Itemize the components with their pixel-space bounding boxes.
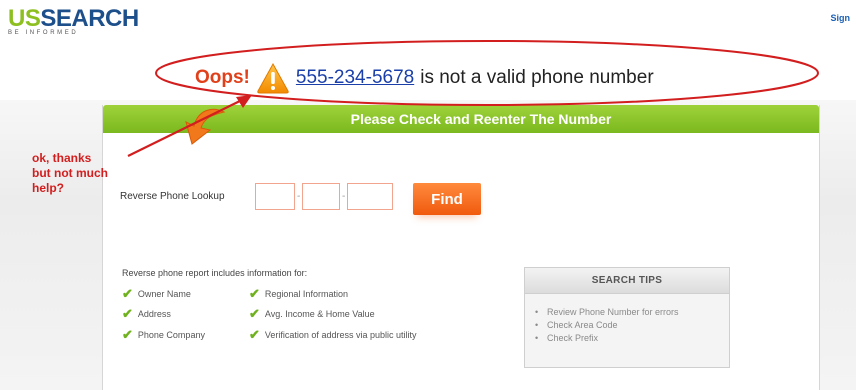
logo-search: SEARCH — [40, 5, 139, 32]
feature-label: Avg. Income & Home Value — [264, 309, 375, 319]
feature-item: ✔ Regional Information — [249, 286, 348, 301]
search-tips-box: SEARCH TIPS Review Phone Number for erro… — [524, 267, 730, 368]
search-tip-item: Check Prefix — [535, 332, 729, 345]
logo-us: US — [8, 5, 41, 32]
check-icon: ✔ — [122, 306, 133, 321]
feature-label: Phone Company — [137, 330, 205, 340]
feature-label: Regional Information — [264, 289, 348, 299]
line-number-input[interactable] — [347, 183, 393, 210]
feature-label: Owner Name — [137, 289, 191, 299]
feature-item: ✔ Phone Company — [122, 327, 205, 342]
feature-item: ✔ Owner Name — [122, 286, 191, 301]
panel-title: Please Check and Reenter The Number — [350, 111, 612, 127]
area-code-input[interactable] — [255, 183, 295, 210]
logo[interactable]: USSEARCH BE INFORMED — [8, 6, 139, 37]
feature-label: Verification of address via public utili… — [264, 330, 417, 340]
search-tips-title: SEARCH TIPS — [525, 268, 729, 294]
curved-arrow-icon — [185, 108, 226, 145]
feature-label: Address — [137, 309, 171, 319]
feature-item: ✔ Address — [122, 306, 171, 321]
signin-link[interactable]: Sign — [831, 13, 851, 23]
check-icon: ✔ — [249, 327, 260, 342]
search-tip-item: Review Phone Number for errors — [535, 306, 729, 319]
invalid-phone-link[interactable]: 555-234-5678 — [296, 67, 414, 89]
warning-triangle-icon — [257, 62, 289, 94]
check-icon: ✔ — [122, 327, 133, 342]
prefix-input[interactable] — [302, 183, 340, 210]
report-intro: Reverse phone report includes informatio… — [122, 268, 308, 278]
check-icon: ✔ — [249, 286, 260, 301]
check-icon: ✔ — [249, 306, 260, 321]
search-tip-item: Check Area Code — [535, 319, 729, 332]
reverse-phone-lookup-label: Reverse Phone Lookup — [120, 191, 225, 202]
phone-separator: - — [342, 191, 346, 202]
search-tips-list: Review Phone Number for errors Check Are… — [525, 306, 729, 345]
feature-item: ✔ Verification of address via public uti… — [249, 327, 417, 342]
error-message: is not a valid phone number — [420, 67, 654, 88]
oops-text: Oops! — [195, 67, 250, 88]
logo-wordmark: USSEARCH — [8, 6, 139, 32]
feature-item: ✔ Avg. Income & Home Value — [249, 306, 375, 321]
check-icon: ✔ — [122, 286, 133, 301]
annotation-text: ok, thanks but not much help? — [32, 151, 108, 195]
error-headline: Oops! 555-234-5678 is not a valid phone … — [195, 58, 654, 98]
phone-separator: - — [297, 191, 301, 202]
find-button[interactable]: Find — [413, 183, 481, 215]
